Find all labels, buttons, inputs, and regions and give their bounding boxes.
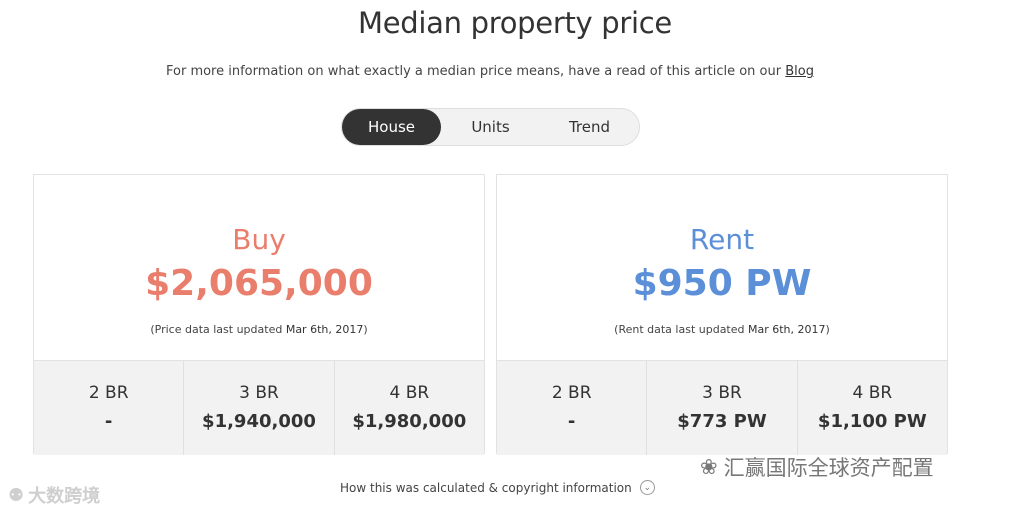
rent-breakdown: 2 BR - 3 BR $773 PW 4 BR $1,100 PW xyxy=(497,360,947,455)
subtitle-text: For more information on what exactly a m… xyxy=(166,64,782,79)
buy-note-prefix: (Price data last updated xyxy=(150,323,283,336)
rent-label: Rent xyxy=(689,223,755,256)
buy-breakdown: 2 BR - 3 BR $1,940,000 4 BR $1,980,000 xyxy=(34,360,484,455)
buy-breakdown-4br: 4 BR $1,980,000 xyxy=(335,361,484,455)
rent-breakdown-4br: 4 BR $1,100 PW xyxy=(798,361,947,455)
tab-units[interactable]: Units xyxy=(441,109,540,145)
rent-breakdown-3br: 3 BR $773 PW xyxy=(647,361,798,455)
bedroom-price: - xyxy=(104,411,113,432)
rent-note-date: Mar 6th, 2017 xyxy=(748,323,826,336)
watermark-left: ⚉ 大数跨境 xyxy=(8,482,100,508)
tab-trend[interactable]: Trend xyxy=(540,109,639,145)
rent-note-prefix: (Rent data last updated xyxy=(614,323,745,336)
page-subtitle: For more information on what exactly a m… xyxy=(0,64,980,79)
rent-note-suffix: ) xyxy=(825,323,830,336)
blog-link[interactable]: Blog xyxy=(785,64,814,79)
bedroom-label: 4 BR xyxy=(852,383,893,403)
bedroom-label: 3 BR xyxy=(239,383,279,403)
buy-breakdown-2br: 2 BR - xyxy=(34,361,185,455)
bedroom-label: 4 BR xyxy=(389,383,430,403)
buy-note-date: Mar 6th, 2017 xyxy=(285,323,364,336)
calculation-info-text: How this was calculated & copyright info… xyxy=(340,480,632,495)
buy-price: $2,065,000 xyxy=(145,263,373,304)
tab-house[interactable]: House xyxy=(342,109,441,145)
rent-updated-note: (Rent data last updated Mar 6th, 2017) xyxy=(497,323,947,336)
bedroom-price: $1,980,000 xyxy=(352,411,467,432)
buy-card: Buy $2,065,000 (Price data last updated … xyxy=(33,174,485,455)
rent-card: Rent $950 PW (Rent data last updated Mar… xyxy=(496,174,948,455)
buy-breakdown-3br: 3 BR $1,940,000 xyxy=(184,361,335,455)
wechat-icon: ❀ xyxy=(700,455,718,479)
bedroom-label: 2 BR xyxy=(551,383,592,403)
chevron-down-icon[interactable]: ⌄ xyxy=(639,480,655,495)
property-type-tabs: House Units Trend xyxy=(341,108,640,146)
bedroom-label: 3 BR xyxy=(702,383,742,403)
bedroom-price: $1,940,000 xyxy=(202,411,316,432)
bedroom-price: - xyxy=(567,411,576,432)
watermark-right: ❀ 汇赢国际全球资产配置 xyxy=(700,452,934,482)
watermark-logo-icon: ⚉ xyxy=(8,484,25,506)
buy-note-suffix: ) xyxy=(363,323,368,336)
page-title: Median property price xyxy=(358,6,672,40)
watermark-left-text: 大数跨境 xyxy=(28,486,101,507)
bedroom-price: $773 PW xyxy=(677,411,767,432)
watermark-right-text: 汇赢国际全球资产配置 xyxy=(723,456,934,480)
buy-updated-note: (Price data last updated Mar 6th, 2017) xyxy=(34,323,484,336)
buy-label: Buy xyxy=(232,223,286,256)
rent-price: $950 PW xyxy=(632,263,812,304)
rent-breakdown-2br: 2 BR - xyxy=(497,361,648,455)
bedroom-label: 2 BR xyxy=(88,383,129,403)
bedroom-price: $1,100 PW xyxy=(817,411,927,432)
calculation-info-toggle[interactable]: How this was calculated & copyright info… xyxy=(340,480,655,495)
